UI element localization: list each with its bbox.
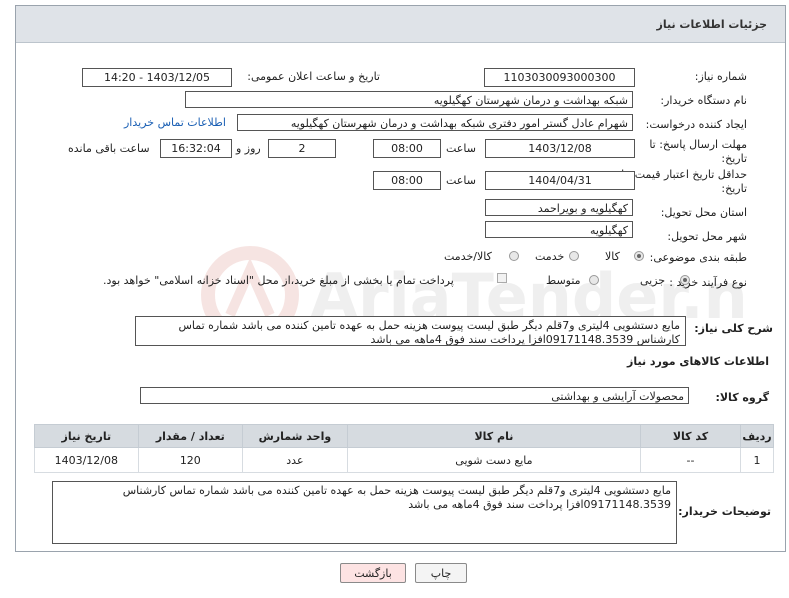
col-qty: تعداد / مقدار (137, 424, 244, 448)
city-field: کهگیلویه (485, 221, 633, 238)
col-date: تاریخ نیاز (34, 424, 139, 448)
buyer-org-field: شبکه بهداشت و درمان شهرستان کهگیلویه (185, 91, 633, 108)
announce-label: تاریخ و ساعت اعلان عمومی: (247, 70, 380, 83)
buyer-org-label: نام دستگاه خریدار: (660, 94, 747, 107)
goods-table: ردیف کد کالا نام کالا واحد شمارش تعداد /… (34, 424, 774, 473)
validity-label: حداقل تاریخ اعتبار قیمت: تا (621, 168, 747, 181)
goods-group-field: محصولات آرایشی و بهداشتی (140, 387, 689, 404)
deadline-label: مهلت ارسال پاسخ: تا (649, 138, 747, 151)
goods-info-title: اطلاعات کالاهای مورد نیاز (627, 355, 769, 368)
buyer-notes-textarea: مایع دستشویی 4لیتری و7قلم دیگر طبق لیست … (52, 481, 677, 544)
description-textarea: مایع دستشویی 4لیتری و7قلم دیگر طبق لیست … (135, 316, 686, 346)
announce-field: 1403/12/05 - 14:20 (82, 68, 232, 87)
category-radio-goods-service[interactable] (509, 251, 519, 261)
col-unit: واحد شمارش (242, 424, 348, 448)
cell-qty: 120 (137, 447, 244, 473)
payment-checkbox[interactable] (497, 273, 507, 283)
goods-group-label: گروه کالا: (715, 391, 769, 404)
validity-time-label: ساعت (446, 174, 476, 187)
col-name: نام کالا (346, 424, 641, 448)
table-row: 1 -- مایع دست شویی عدد 120 1403/12/08 (34, 447, 774, 473)
days-label: روز و (236, 142, 261, 155)
requester-label: ایجاد کننده درخواست: (645, 118, 747, 131)
cell-date: 1403/12/08 (34, 447, 139, 473)
description-label: شرح کلی نیاز: (694, 322, 773, 335)
category-option-goods: کالا (605, 250, 620, 263)
cell-code: -- (639, 447, 742, 473)
process-radio-minor[interactable] (680, 275, 690, 285)
validity-label-date: تاریخ: (721, 182, 747, 195)
process-radio-medium[interactable] (589, 275, 599, 285)
province-label: استان محل تحویل: (660, 206, 747, 219)
process-option-medium: متوسط (546, 274, 581, 287)
category-label: طبقه بندی موضوعی: (649, 251, 747, 264)
need-number-field: 1103030093000300 (484, 68, 635, 87)
city-label: شهر محل تحویل: (667, 230, 747, 243)
category-option-goods-service: کالا/خدمت (444, 250, 492, 263)
cell-unit: عدد (242, 447, 348, 473)
buyer-contact-link[interactable]: اطلاعات تماس خریدار (124, 116, 226, 129)
process-option-minor: جزیی (640, 274, 666, 287)
validity-time-field: 08:00 (373, 171, 441, 190)
deadline-time-field: 08:00 (373, 139, 441, 158)
payment-note: پرداخت تمام یا بخشی از مبلغ خرید،از محل … (103, 274, 454, 287)
province-field: کهگیلویه و بویراحمد (485, 199, 633, 216)
page-title: جزئیات اطلاعات نیاز (656, 18, 768, 31)
table-header-row: ردیف کد کالا نام کالا واحد شمارش تعداد /… (34, 424, 774, 448)
remaining-label: ساعت باقی مانده (68, 142, 150, 155)
print-button[interactable]: چاپ (415, 563, 467, 583)
deadline-date-field: 1403/12/08 (485, 139, 635, 158)
deadline-time-label: ساعت (446, 142, 476, 155)
requester-field: شهرام عادل گستر امور دفتری شبکه بهداشت و… (237, 114, 633, 131)
category-radio-goods[interactable] (634, 251, 644, 261)
back-button[interactable]: بازگشت (340, 563, 406, 583)
col-row: ردیف (740, 424, 774, 448)
cell-row: 1 (740, 447, 774, 473)
days-field: 2 (268, 139, 336, 158)
category-radio-service[interactable] (569, 251, 579, 261)
panel-header: جزئیات اطلاعات نیاز (16, 6, 785, 43)
buyer-notes-label: توضیحات خریدار: (678, 505, 771, 518)
deadline-label-date: تاریخ: (721, 152, 747, 165)
cell-name: مایع دست شویی (346, 447, 641, 473)
validity-date-field: 1404/04/31 (485, 171, 635, 190)
col-code: کد کالا (639, 424, 742, 448)
need-number-label: شماره نیاز: (694, 70, 747, 83)
remaining-time-field: 16:32:04 (160, 139, 232, 158)
category-option-service: خدمت (535, 250, 565, 263)
